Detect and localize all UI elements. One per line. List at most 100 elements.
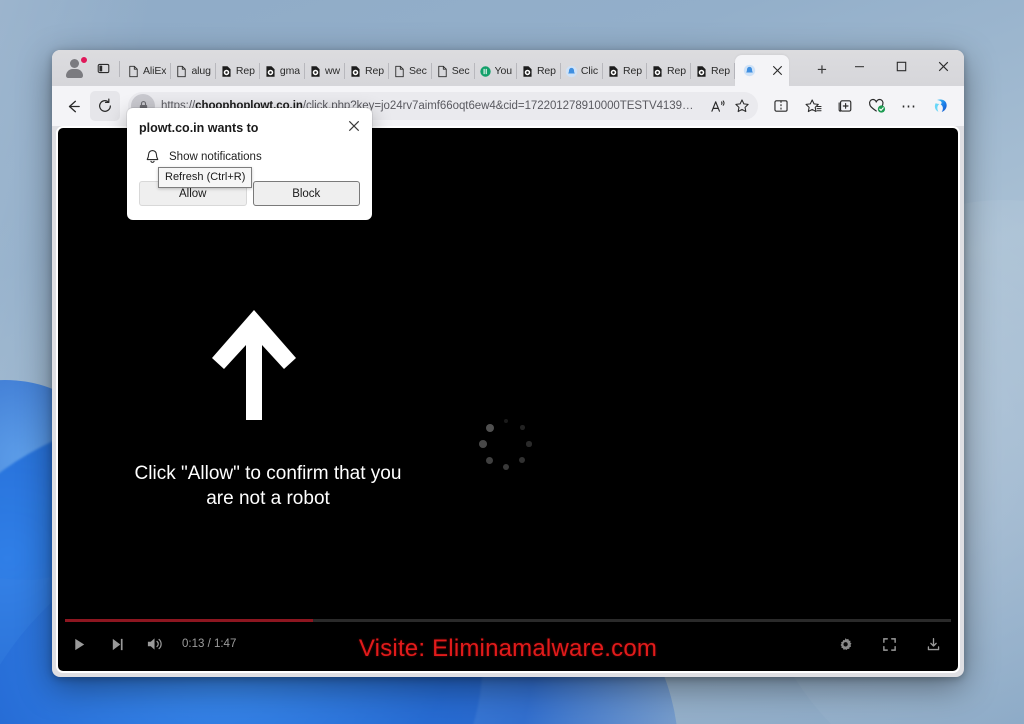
browser-tab[interactable]: Rep [345, 56, 388, 86]
spinner-dot [519, 425, 525, 431]
browser-tab[interactable]: gma [260, 56, 304, 86]
browser-tab-label: Sec [451, 65, 470, 77]
browser-tab[interactable]: Clic [561, 56, 602, 86]
spinner-dot [485, 423, 494, 432]
page-favicon-icon [438, 65, 447, 77]
headline-line-1: Click "Allow" to confirm that you [134, 463, 402, 484]
pdf-favicon-icon [653, 65, 662, 77]
browser-tab-label: Sec [408, 65, 427, 77]
browser-tab[interactable]: Rep [517, 56, 560, 86]
blue-bell-favicon-icon [743, 64, 756, 77]
browser-essentials-button[interactable] [862, 91, 892, 121]
download-icon [927, 637, 939, 650]
maximize-button[interactable] [880, 50, 922, 82]
arrow-up-icon [212, 310, 296, 420]
browser-tab-label: gma [279, 65, 300, 77]
permission-request-label: Show notifications [169, 151, 262, 163]
profile-notification-dot-icon [80, 56, 88, 64]
play-icon [74, 638, 84, 650]
next-track-button[interactable] [104, 631, 130, 657]
browser-tab-label: Clic [580, 65, 599, 77]
browser-tab[interactable]: You [475, 56, 516, 86]
settings-button[interactable] [832, 631, 858, 657]
volume-button[interactable] [142, 631, 168, 657]
settings-and-more-button[interactable]: ⋯ [894, 91, 924, 121]
refresh-button[interactable] [90, 91, 120, 121]
back-arrow-icon [68, 100, 80, 112]
read-aloud-button[interactable] [706, 94, 730, 118]
player-left-controls: 0:13 / 1:47 [66, 631, 236, 657]
new-tab-button[interactable]: + [808, 56, 836, 84]
browser-tab[interactable]: Sec [432, 56, 474, 86]
blank-page-favicon-icon [129, 65, 138, 77]
fullscreen-icon [882, 637, 896, 651]
browser-tab[interactable]: Rep [647, 56, 690, 86]
permission-request-row: Show notifications [145, 149, 360, 165]
blue-bell-favicon-icon [565, 65, 578, 77]
close-icon [938, 61, 948, 71]
browser-essentials-icon [869, 98, 886, 113]
collections-icon [838, 100, 852, 112]
refresh-icon [99, 98, 111, 112]
minimize-icon [854, 65, 864, 67]
profile-avatar-button[interactable] [62, 55, 88, 81]
browser-tab[interactable]: AliEx [123, 56, 170, 86]
pdf-favicon-icon [609, 65, 618, 77]
progress-bar-fill [65, 619, 314, 622]
spinner-dot [504, 419, 509, 423]
video-player-controls: 0:13 / 1:47 [58, 619, 958, 671]
page-favicon-icon [177, 65, 187, 77]
pdf-favicon-icon [266, 65, 275, 77]
pdf-favicon-icon [351, 65, 360, 77]
maximize-icon [896, 61, 906, 71]
close-icon [772, 65, 783, 76]
close-icon [348, 120, 360, 132]
block-button[interactable]: Block [252, 181, 360, 206]
close-window-button[interactable] [922, 50, 964, 82]
split-screen-button[interactable] [766, 91, 796, 121]
browser-tab-label: Rep [235, 65, 255, 77]
browser-tab[interactable]: ww [305, 56, 344, 86]
browser-tab-label: alug [191, 65, 211, 77]
spinner-dot [526, 441, 532, 447]
browser-tab[interactable]: Sec [389, 56, 431, 86]
tabstrip-divider [119, 61, 120, 77]
spinner-dot [502, 463, 510, 471]
browser-tab[interactable]: Rep [216, 56, 259, 86]
download-button[interactable] [920, 631, 946, 657]
permission-popup-title: plowt.co.in wants to [139, 121, 259, 135]
browser-tab[interactable]: alug [171, 56, 214, 86]
spinner-dot [486, 456, 494, 464]
volume-icon [147, 638, 162, 650]
permission-popup-close-button[interactable] [344, 116, 364, 136]
tabs-container[interactable]: AliEx alug Rep gma ww Rep Sec Sec You Rep Clic Rep R… [123, 50, 802, 86]
tabstrip-left-controls [56, 50, 116, 86]
tab-actions-button[interactable] [90, 55, 116, 81]
add-favorite-button[interactable] [730, 94, 754, 118]
bell-icon [146, 149, 159, 163]
avatar-head-icon [70, 59, 79, 68]
collections-button[interactable] [830, 91, 860, 121]
browser-tab-label: AliEx [143, 65, 167, 77]
close-tab-button[interactable] [772, 65, 783, 76]
play-button[interactable] [66, 631, 92, 657]
gear-icon [840, 637, 851, 650]
browser-tab-active[interactable] [734, 55, 789, 86]
favorites-star-icon [805, 99, 822, 113]
notification-permission-popup[interactable]: plowt.co.in wants to Show notifications … [127, 108, 372, 220]
browser-tab-label: Rep [667, 65, 686, 77]
fullscreen-button[interactable] [876, 631, 902, 657]
pdf-favicon-icon [311, 65, 320, 77]
tab-strip: AliEx alug Rep gma ww Rep Sec Sec You Rep Clic Rep R… [52, 50, 964, 86]
favorites-button[interactable] [798, 91, 828, 121]
green-circle-favicon-icon [479, 65, 491, 77]
progress-bar-track[interactable] [65, 619, 951, 622]
desktop: AliEx alug Rep gma ww Rep Sec Sec You Rep Clic Rep R… [0, 0, 1024, 724]
back-button[interactable] [58, 91, 88, 121]
browser-tab[interactable]: Rep [691, 56, 734, 86]
minimize-button[interactable] [838, 50, 880, 82]
page-headline: Click "Allow" to confirm that you are no… [98, 461, 438, 511]
browser-tab[interactable]: Rep [603, 56, 646, 86]
spinner-dot [479, 440, 487, 448]
copilot-button[interactable] [926, 91, 956, 121]
